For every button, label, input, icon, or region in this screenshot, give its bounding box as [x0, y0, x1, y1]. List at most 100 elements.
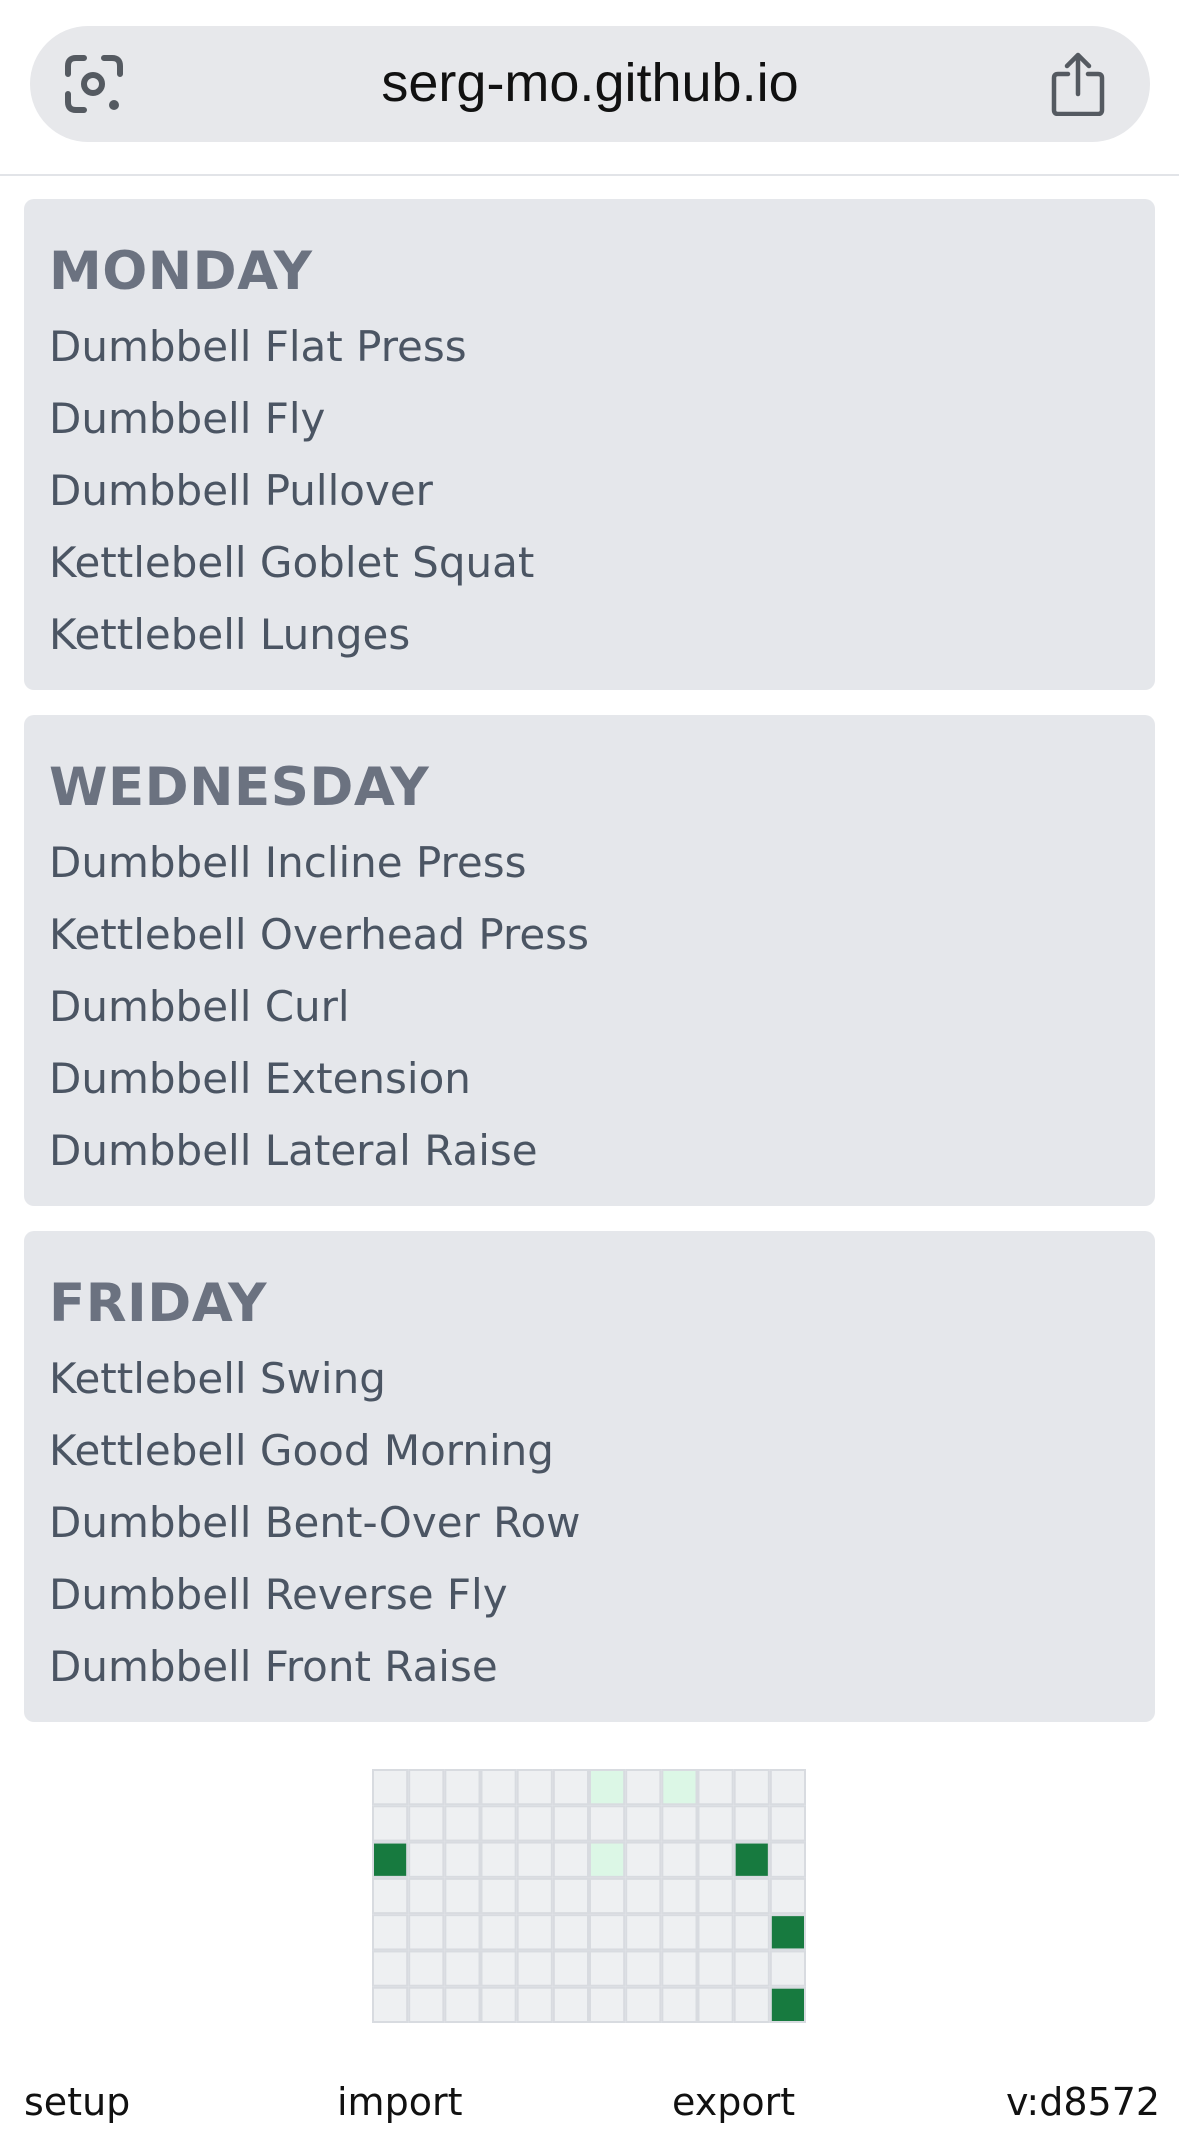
grid-cell-empty — [444, 1841, 481, 1878]
grid-cell-empty — [480, 1769, 517, 1806]
grid-cell-light — [589, 1841, 626, 1878]
grid-cell-dark — [769, 1986, 806, 2023]
day-card-wednesday: WEDNESDAY Dumbbell Incline Press Kettleb… — [24, 715, 1155, 1206]
grid-cell-empty — [589, 1986, 626, 2023]
grid-cell-empty — [516, 1877, 553, 1915]
grid-cell-empty — [408, 1769, 445, 1806]
grid-cell-empty — [480, 1950, 517, 1987]
grid-cell-empty — [769, 1877, 806, 1915]
activity-grid — [372, 1769, 806, 2023]
exercise-item[interactable]: Dumbbell Bent-Over Row — [49, 1487, 1155, 1559]
grid-cell-empty — [697, 1877, 734, 1915]
grid-cell-empty — [769, 1950, 806, 1987]
exercise-item[interactable]: Dumbbell Fly — [49, 383, 1155, 455]
grid-cell-light — [589, 1769, 626, 1806]
grid-cell-empty — [516, 1769, 553, 1806]
grid-cell-empty — [625, 1841, 662, 1878]
grid-cell-empty — [625, 1877, 662, 1915]
grid-cell-empty — [516, 1841, 553, 1878]
grid-cell-empty — [697, 1950, 734, 1987]
setup-link[interactable]: setup — [24, 2076, 130, 2128]
grid-cell-empty — [516, 1950, 553, 1987]
share-icon[interactable] — [1050, 52, 1106, 116]
day-title: FRIDAY — [49, 1273, 268, 1334]
exercise-item[interactable]: Dumbbell Flat Press — [49, 311, 1155, 383]
exercise-item[interactable]: Dumbbell Pullover — [49, 455, 1155, 527]
grid-cell-empty — [769, 1805, 806, 1842]
grid-cell-empty — [516, 1914, 553, 1951]
grid-cell-empty — [661, 1877, 698, 1915]
export-link[interactable]: export — [672, 2076, 795, 2128]
grid-cell-empty — [733, 1877, 770, 1915]
camera-lens-icon[interactable] — [64, 54, 124, 114]
grid-cell-empty — [589, 1950, 626, 1987]
exercise-item[interactable]: Dumbbell Reverse Fly — [49, 1559, 1155, 1631]
grid-cell-empty — [625, 1986, 662, 2023]
grid-cell-empty — [444, 1986, 481, 2023]
grid-cell-empty — [625, 1914, 662, 1951]
grid-cell-empty — [552, 1914, 589, 1951]
grid-cell-empty — [552, 1877, 589, 1915]
grid-cell-empty — [480, 1841, 517, 1878]
grid-cell-empty — [697, 1914, 734, 1951]
grid-cell-empty — [408, 1805, 445, 1842]
grid-cell-empty — [480, 1914, 517, 1951]
exercise-item[interactable]: Dumbbell Incline Press — [49, 827, 1155, 899]
grid-cell-empty — [444, 1877, 481, 1915]
grid-cell-empty — [625, 1769, 662, 1806]
grid-cell-empty — [372, 1769, 409, 1806]
url-text[interactable]: serg-mo.github.io — [200, 48, 980, 118]
grid-cell-empty — [444, 1950, 481, 1987]
grid-cell-empty — [408, 1950, 445, 1987]
day-title: MONDAY — [49, 241, 313, 302]
grid-cell-empty — [661, 1841, 698, 1878]
grid-cell-empty — [697, 1841, 734, 1878]
grid-cell-empty — [552, 1769, 589, 1806]
grid-cell-empty — [769, 1841, 806, 1878]
grid-cell-empty — [661, 1950, 698, 1987]
exercise-item[interactable]: Dumbbell Curl — [49, 971, 1155, 1043]
grid-cell-empty — [372, 1986, 409, 2023]
grid-cell-empty — [408, 1841, 445, 1878]
grid-cell-empty — [408, 1914, 445, 1951]
grid-cell-empty — [372, 1805, 409, 1842]
grid-cell-empty — [733, 1986, 770, 2023]
exercise-item[interactable]: Kettlebell Swing — [49, 1343, 1155, 1415]
exercise-item[interactable]: Kettlebell Lunges — [49, 599, 1155, 671]
grid-cell-empty — [589, 1877, 626, 1915]
grid-cell-empty — [516, 1805, 553, 1842]
grid-cell-dark — [372, 1841, 409, 1878]
grid-cell-empty — [733, 1950, 770, 1987]
import-link[interactable]: import — [337, 2076, 462, 2128]
exercise-item[interactable]: Kettlebell Overhead Press — [49, 899, 1155, 971]
grid-cell-empty — [733, 1769, 770, 1806]
grid-cell-empty — [661, 1914, 698, 1951]
exercise-item[interactable]: Dumbbell Extension — [49, 1043, 1155, 1115]
grid-cell-empty — [661, 1805, 698, 1842]
grid-cell-empty — [480, 1877, 517, 1915]
grid-cell-empty — [625, 1950, 662, 1987]
day-card-friday: FRIDAY Kettlebell Swing Kettlebell Good … — [24, 1231, 1155, 1722]
grid-cell-empty — [769, 1769, 806, 1806]
grid-cell-light — [661, 1769, 698, 1806]
day-card-monday: MONDAY Dumbbell Flat Press Dumbbell Fly … — [24, 199, 1155, 690]
grid-cell-empty — [444, 1769, 481, 1806]
grid-cell-empty — [552, 1950, 589, 1987]
grid-cell-empty — [589, 1914, 626, 1951]
activity-grid-svg — [372, 1769, 806, 2023]
grid-cell-dark — [733, 1841, 770, 1878]
exercise-item[interactable]: Kettlebell Good Morning — [49, 1415, 1155, 1487]
grid-cell-empty — [444, 1914, 481, 1951]
grid-cell-empty — [552, 1805, 589, 1842]
grid-cell-empty — [408, 1986, 445, 2023]
exercise-item[interactable]: Dumbbell Front Raise — [49, 1631, 1155, 1703]
grid-cell-dark — [769, 1914, 806, 1951]
grid-cell-empty — [516, 1986, 553, 2023]
grid-cell-empty — [372, 1950, 409, 1987]
grid-cell-empty — [480, 1986, 517, 2023]
exercise-item[interactable]: Kettlebell Goblet Squat — [49, 527, 1155, 599]
grid-cell-empty — [552, 1841, 589, 1878]
exercise-item[interactable]: Dumbbell Lateral Raise — [49, 1115, 1155, 1187]
grid-cell-empty — [589, 1805, 626, 1842]
grid-cell-empty — [733, 1805, 770, 1842]
